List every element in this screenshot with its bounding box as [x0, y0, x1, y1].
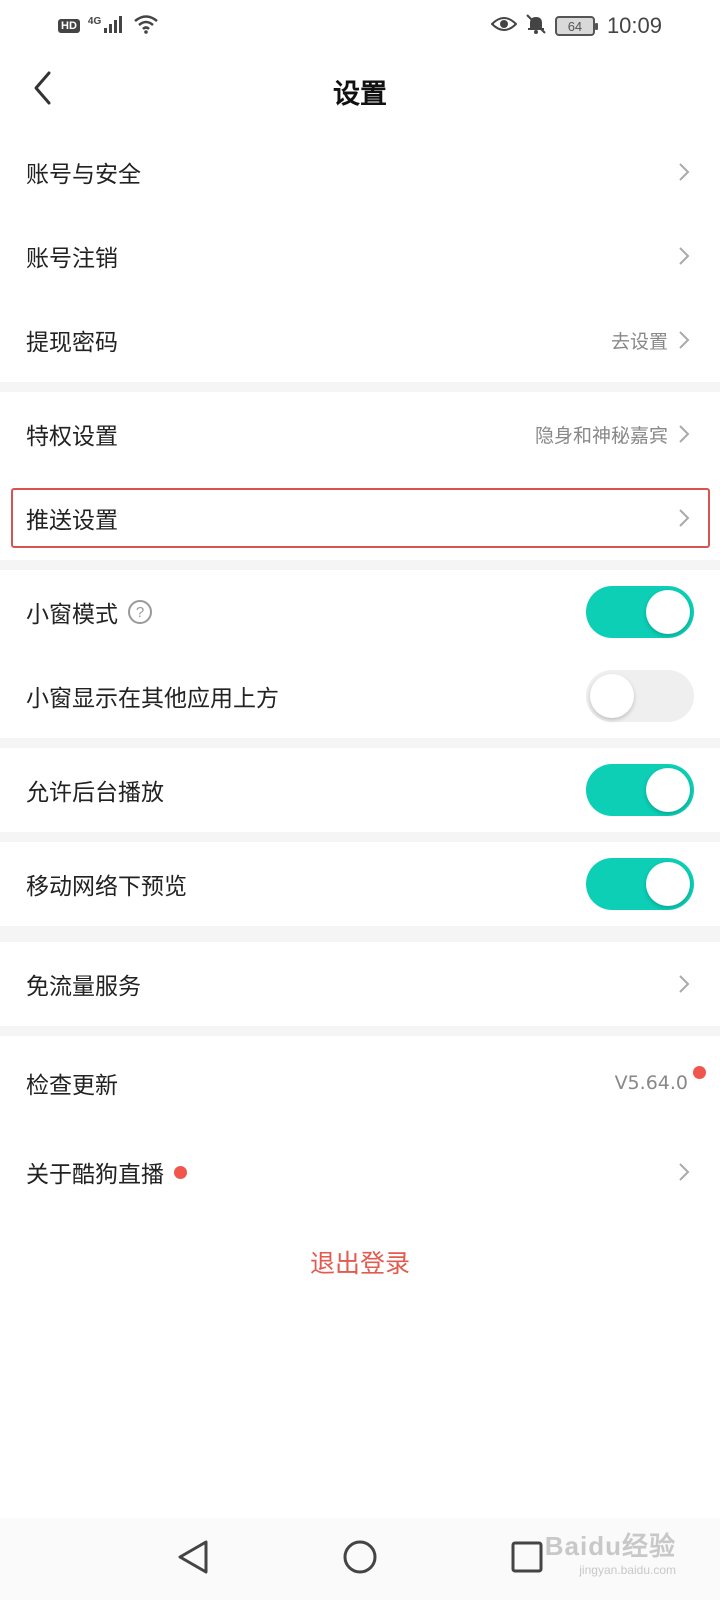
settings-list: 账号与安全 账号注销 提现密码 去设置 特权设置 隐身和神秘嘉宾 推送设置 小窗… — [0, 130, 720, 1214]
row-right: V5.64.0 — [614, 1066, 706, 1094]
section-divider — [0, 1026, 720, 1036]
home-circle-icon — [342, 1539, 378, 1579]
row-mini-window-overlay: 小窗显示在其他应用上方 — [0, 654, 720, 738]
row-right: 隐身和神秘嘉宾 — [535, 421, 694, 448]
back-triangle-icon — [176, 1539, 210, 1579]
help-icon[interactable]: ? — [128, 600, 152, 624]
section-divider — [0, 738, 720, 748]
status-bar: HD 4G 64 10:09 — [0, 0, 720, 52]
status-right: 64 10:09 — [490, 13, 662, 39]
about-label: 关于酷狗直播 — [26, 1162, 164, 1188]
section-divider — [0, 926, 720, 942]
toggle-knob — [590, 674, 634, 718]
row-mini-window: 小窗模式 ? — [0, 570, 720, 654]
watermark: Baidu经验 jingyan.baidu.com — [545, 1526, 676, 1577]
chevron-right-icon — [678, 245, 694, 267]
section-divider — [0, 560, 720, 570]
row-label: 关于酷狗直播 — [26, 1155, 187, 1189]
row-right — [586, 858, 694, 910]
recents-square-icon — [511, 1541, 543, 1577]
row-value: 去设置 — [610, 330, 668, 353]
mini-window-toggle[interactable] — [586, 586, 694, 638]
toggle-knob — [646, 590, 690, 634]
row-label: 账号与安全 — [26, 162, 141, 188]
row-right: 去设置 — [611, 327, 694, 354]
chevron-right-icon — [678, 973, 694, 995]
row-account-security[interactable]: 账号与安全 — [0, 130, 720, 214]
bell-off-icon — [525, 13, 547, 39]
row-withdraw-password[interactable]: 提现密码 去设置 — [0, 298, 720, 382]
row-right — [586, 586, 694, 638]
row-right — [678, 973, 694, 995]
version-wrap: V5.64.0 — [614, 1066, 706, 1094]
version-text: V5.64.0 — [614, 1072, 688, 1094]
wifi-icon — [133, 14, 159, 38]
nav-back-button[interactable] — [168, 1534, 218, 1584]
section-divider — [0, 832, 720, 842]
eye-icon — [490, 15, 518, 37]
row-privilege[interactable]: 特权设置 隐身和神秘嘉宾 — [0, 392, 720, 476]
row-push-settings[interactable]: 推送设置 — [0, 476, 720, 560]
toggle-knob — [646, 862, 690, 906]
row-right — [586, 670, 694, 722]
logout-button[interactable]: 退出登录 — [0, 1232, 720, 1292]
row-free-data[interactable]: 免流量服务 — [0, 942, 720, 1026]
row-check-update[interactable]: 检查更新 V5.64.0 — [0, 1036, 720, 1130]
chevron-right-icon — [678, 329, 694, 351]
status-time: 10:09 — [606, 13, 662, 38]
page-title: 设置 — [333, 78, 387, 110]
row-label: 检查更新 — [26, 1073, 118, 1099]
signal-icon — [103, 14, 125, 38]
chevron-right-icon — [678, 507, 694, 529]
row-label: 移动网络下预览 — [26, 874, 187, 900]
row-right — [678, 507, 694, 529]
about-dot — [174, 1165, 187, 1179]
row-label: 提现密码 — [26, 330, 118, 356]
toggle-knob — [646, 768, 690, 812]
watermark-main: Baidu经验 — [544, 1531, 676, 1561]
header: 设置 — [0, 52, 720, 130]
status-left: HD 4G — [58, 14, 159, 38]
row-background-play: 允许后台播放 — [0, 748, 720, 832]
row-value: 隐身和神秘嘉宾 — [534, 424, 668, 447]
chevron-left-icon — [32, 70, 52, 110]
row-mobile-preview: 移动网络下预览 — [0, 842, 720, 926]
row-right — [678, 161, 694, 183]
section-divider — [0, 382, 720, 392]
chevron-right-icon — [678, 423, 694, 445]
row-label: 允许后台播放 — [26, 780, 164, 806]
row-label: 小窗模式 ? — [26, 595, 152, 629]
row-label: 特权设置 — [26, 424, 118, 450]
network-type: 4G — [87, 15, 102, 27]
back-button[interactable] — [32, 68, 62, 112]
row-label: 账号注销 — [26, 246, 118, 272]
mini-window-label: 小窗模式 — [26, 602, 118, 628]
mini-window-overlay-toggle[interactable] — [586, 670, 694, 722]
background-play-toggle[interactable] — [586, 764, 694, 816]
row-right — [678, 1161, 694, 1183]
row-label: 小窗显示在其他应用上方 — [26, 686, 279, 712]
chevron-right-icon — [678, 161, 694, 183]
watermark-sub: jingyan.baidu.com — [579, 1563, 676, 1577]
row-about[interactable]: 关于酷狗直播 — [0, 1130, 720, 1214]
row-label: 推送设置 — [26, 508, 118, 534]
row-label: 免流量服务 — [26, 974, 141, 1000]
row-right — [678, 245, 694, 267]
chevron-right-icon — [678, 1161, 694, 1183]
mobile-preview-toggle[interactable] — [586, 858, 694, 910]
hd-badge: HD — [58, 19, 80, 33]
row-right — [586, 764, 694, 816]
row-account-cancel[interactable]: 账号注销 — [0, 214, 720, 298]
battery-indicator: 64 — [554, 16, 598, 36]
update-dot — [693, 1066, 706, 1079]
nav-home-button[interactable] — [335, 1534, 385, 1584]
